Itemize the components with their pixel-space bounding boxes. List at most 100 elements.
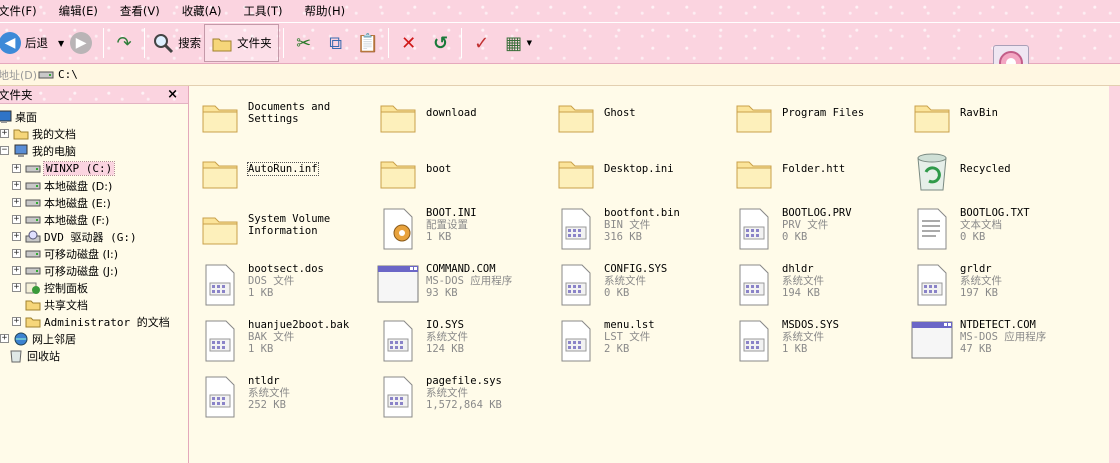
menu-edit[interactable]: 编辑(E) [59,3,106,19]
file-item[interactable]: Program Files [732,92,864,142]
file-item[interactable]: BOOTLOG.PRV PRV 文件 0 KB [732,204,852,254]
search-button[interactable]: 搜索 [149,26,204,60]
file-item[interactable]: IO.SYS 系统文件 124 KB [376,316,468,366]
file-item[interactable]: CONFIG.SYS 系统文件 0 KB [554,260,667,310]
folder-icon [732,92,776,140]
file-item[interactable]: huanjue2boot.bak BAK 文件 1 KB [198,316,349,366]
tree-item[interactable]: + 网上邻居 [0,330,76,347]
file-name: BOOT.INI [426,207,477,219]
file-item[interactable]: Recycled [910,148,1011,198]
menu-file[interactable]: 文件(F) [0,3,45,19]
expand-icon[interactable]: + [12,266,21,275]
expand-icon[interactable]: + [0,334,9,343]
expand-icon[interactable]: + [12,181,21,190]
expand-icon[interactable]: + [12,283,21,292]
expand-icon[interactable]: + [12,164,21,173]
file-name: pagefile.sys [426,375,502,387]
back-dropdown-icon[interactable]: ▼ [58,39,64,48]
file-item[interactable]: RavBin [910,92,998,142]
expand-icon[interactable]: + [12,198,21,207]
expand-icon[interactable]: + [12,317,21,326]
tree-item[interactable]: + Administrator 的文档 [12,313,170,330]
tree-item[interactable]: + 本地磁盘 (D:) [12,177,112,194]
file-item[interactable]: menu.lst LST 文件 2 KB [554,316,655,366]
paste-button[interactable]: 📋 [352,26,384,60]
file-item[interactable]: AutoRun.inf [198,148,319,198]
tree-item[interactable]: + 可移动磁盘 (J:) [12,262,118,279]
address-input[interactable]: C:\ [38,66,1120,84]
file-item[interactable]: boot [376,148,451,198]
file-item[interactable]: bootfont.bin BIN 文件 316 KB [554,204,680,254]
tree-item[interactable]: + WINXP (C:) [12,160,116,177]
file-item[interactable]: Folder.htt [732,148,845,198]
file-item[interactable]: Ghost [554,92,636,142]
file-item[interactable]: COMMAND.COM MS-DOS 应用程序 93 KB [376,260,512,310]
file-item[interactable]: BOOT.INI 配置设置 1 KB [376,204,477,254]
file-item[interactable]: MSDOS.SYS 系统文件 1 KB [732,316,839,366]
file-item[interactable]: Documents and Settings [198,92,330,142]
toolbar-separator [387,28,389,58]
tree-item[interactable]: + 控制面板 [12,279,88,296]
drive-icon [25,162,41,176]
file-size: 197 KB [960,287,998,299]
file-item[interactable]: BOOTLOG.TXT 文本文档 0 KB [910,204,1030,254]
tree-item[interactable]: + 可移动磁盘 (I:) [12,245,118,262]
tree-item[interactable]: 回收站 [0,347,60,364]
folders-button[interactable]: 文件夹 [204,24,279,62]
tree-item[interactable]: − 我的电脑 [0,142,76,159]
menu-favorites[interactable]: 收藏(A) [182,3,230,19]
cut-button[interactable]: ✂ [288,26,320,60]
copy-button[interactable]: ⧉ [320,26,352,60]
expand-icon[interactable]: + [12,215,21,224]
folder-icon [198,148,242,196]
file-type: BAK 文件 [248,331,295,343]
up-button[interactable]: ↷ [108,26,140,60]
file-type: 系统文件 [604,275,646,287]
expand-icon[interactable]: + [12,232,21,241]
back-button[interactable]: ◀ 后退 ▼ [0,26,67,60]
properties-button[interactable]: ✓ [466,26,498,60]
file-item[interactable]: Desktop.ini [554,148,674,198]
file-item[interactable]: System Volume Information [198,204,330,254]
tree-item-label: 网上邻居 [32,332,76,346]
menu-help[interactable]: 帮助(H) [305,3,354,19]
folder-icon [25,298,41,312]
collapse-icon[interactable]: − [0,146,9,155]
file-name: Recycled [960,163,1011,175]
tree-item[interactable]: + 我的文档 [0,125,76,142]
tree-item[interactable]: + DVD 驱动器 (G:) [12,228,137,245]
file-name: MSDOS.SYS [782,319,839,331]
file-item[interactable]: download [376,92,477,142]
file-item[interactable]: ntldr 系统文件 252 KB [198,372,290,422]
system-file-icon [910,260,954,308]
file-name: COMMAND.COM [426,263,496,275]
menu-tools[interactable]: 工具(T) [244,3,291,19]
file-name: NTDETECT.COM [960,319,1036,331]
file-item[interactable]: NTDETECT.COM MS-DOS 应用程序 47 KB [910,316,1046,366]
file-item[interactable]: dhldr 系统文件 194 KB [732,260,824,310]
expand-icon[interactable]: + [0,129,9,138]
file-item[interactable]: pagefile.sys 系统文件 1,572,864 KB [376,372,502,422]
menu-view[interactable]: 查看(V) [120,3,168,19]
views-button[interactable]: ▦ ▼ [498,26,535,60]
file-type: BIN 文件 [604,219,651,231]
file-name: Desktop.ini [604,163,674,175]
recycle-bin-icon [910,148,954,196]
forward-arrow-icon: ▶ [70,32,93,54]
expand-icon[interactable]: + [12,249,21,258]
forward-button[interactable]: ▶ [67,26,95,60]
delete-button[interactable]: ✕ [393,26,425,60]
msdos-app-icon [376,260,420,308]
close-icon[interactable]: × [167,87,178,102]
toolbar-separator [282,28,284,58]
network-icon [13,332,29,346]
tree-item[interactable]: 桌面 [0,108,37,125]
file-item[interactable]: grldr 系统文件 197 KB [910,260,1002,310]
undo-button[interactable]: ↺ [425,26,457,60]
tree-item[interactable]: + 本地磁盘 (E:) [12,194,111,211]
dvd-icon [25,230,41,244]
tree-item[interactable]: + 本地磁盘 (F:) [12,211,109,228]
file-item[interactable]: bootsect.dos DOS 文件 1 KB [198,260,324,310]
tree-item[interactable]: 共享文档 [12,296,88,313]
file-name: CONFIG.SYS [604,263,668,275]
